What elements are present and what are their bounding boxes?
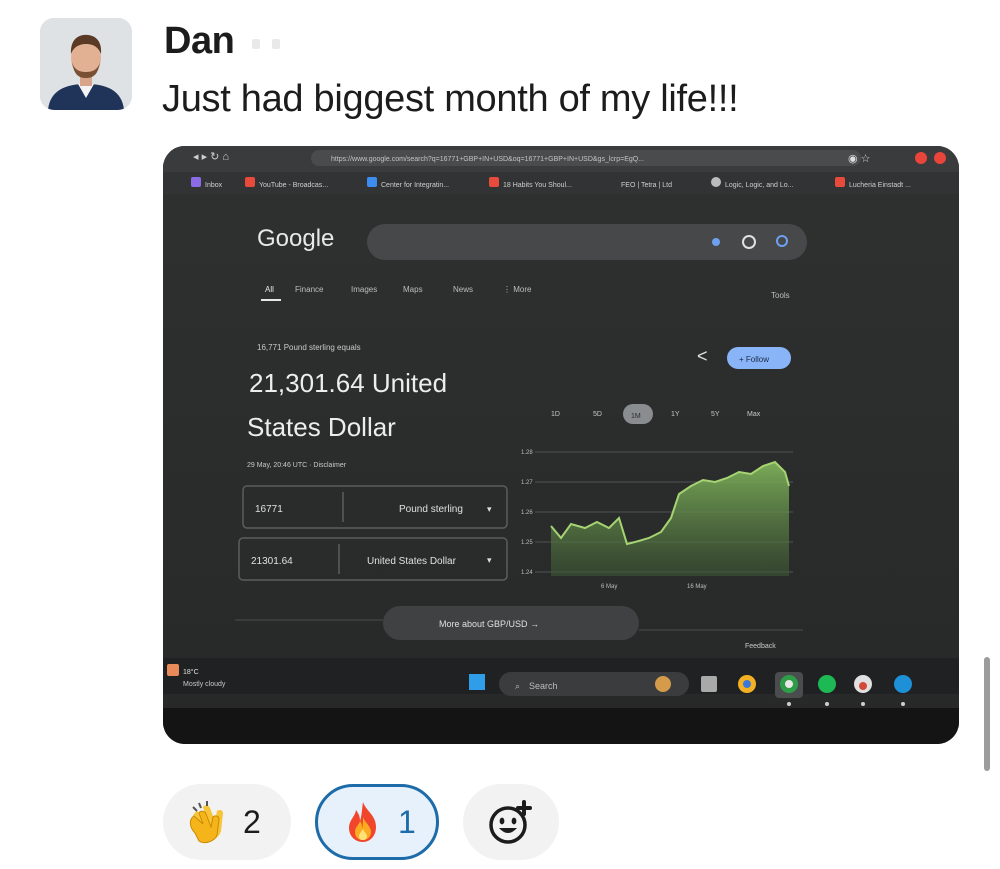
result-amount: 21,301.64 United [249, 368, 447, 398]
clapping-hands-icon [189, 801, 223, 844]
svg-text:Mostly cloudy: Mostly cloudy [183, 681, 226, 688]
author-surname-redacted [252, 32, 308, 56]
svg-text:16771: 16771 [255, 504, 283, 515]
add-emoji-icon [489, 800, 532, 844]
svg-text:YouTube - Broadcas...: YouTube - Broadcas... [259, 182, 328, 189]
svg-text:18 Habits You Shoul...: 18 Habits You Shoul... [503, 182, 572, 189]
photo-screen: ◂ ▸ ↻ ⌂ https://www.google.com/search?q=… [163, 146, 959, 744]
svg-text:1.26: 1.26 [521, 510, 533, 516]
reaction-fire[interactable]: 1 [315, 784, 439, 860]
svg-text:Search: Search [529, 681, 558, 691]
browser-url: https://www.google.com/search?q=16771+GB… [331, 156, 644, 163]
message-text: Just had biggest month of my life!!! [162, 78, 739, 120]
svg-text:Finance: Finance [295, 285, 324, 294]
svg-text:FEO | Tetra | Ltd: FEO | Tetra | Ltd [621, 182, 672, 189]
fire-icon [349, 802, 376, 842]
svg-text:1.28: 1.28 [521, 450, 533, 456]
svg-text:18°C: 18°C [183, 668, 199, 676]
message: Dan Just had biggest month of my life!!!… [0, 0, 1000, 869]
windows-start-icon [469, 674, 485, 690]
follow-button: + Follow [739, 355, 769, 364]
svg-text:▾: ▾ [487, 555, 492, 565]
svg-text:Logic, Logic, and Lo...: Logic, Logic, and Lo... [725, 182, 794, 189]
svg-text:Tools: Tools [771, 291, 790, 300]
svg-text:Center for Integratin...: Center for Integratin... [381, 182, 449, 189]
add-reaction-button[interactable] [463, 784, 559, 860]
svg-text:Maps: Maps [403, 285, 423, 294]
avatar[interactable] [40, 18, 132, 110]
avatar-photo-icon [40, 18, 132, 110]
share-icon: < [697, 346, 708, 366]
svg-text:21301.64: 21301.64 [251, 556, 293, 567]
svg-text:5D: 5D [593, 411, 602, 418]
svg-text:Max: Max [747, 411, 761, 418]
svg-text:Inbox: Inbox [205, 182, 223, 189]
svg-text:1D: 1D [551, 411, 560, 418]
svg-text:29 May, 20:46 UTC · Disclaimer: 29 May, 20:46 UTC · Disclaimer [247, 462, 347, 469]
svg-text:Lucheria Einstadt ...: Lucheria Einstadt ... [849, 182, 911, 189]
svg-text:5Y: 5Y [711, 411, 720, 418]
svg-text:United States Dollar: United States Dollar [367, 556, 457, 567]
svg-text:⋮ More: ⋮ More [503, 285, 532, 294]
author-name[interactable]: Dan [164, 20, 235, 63]
svg-text:More about GBP/USD →: More about GBP/USD → [439, 619, 539, 629]
scrollbar[interactable] [984, 657, 990, 771]
svg-text:⌕: ⌕ [515, 681, 520, 691]
svg-text:All: All [265, 285, 274, 294]
svg-text:16 May: 16 May [687, 584, 707, 590]
google-logo: Google [257, 225, 334, 252]
svg-text:◉ ☆: ◉ ☆ [848, 153, 871, 165]
svg-text:1.24: 1.24 [521, 570, 533, 576]
svg-text:1.27: 1.27 [521, 480, 533, 486]
svg-text:◂ ▸ ↻ ⌂: ◂ ▸ ↻ ⌂ [193, 151, 229, 163]
svg-text:Pound sterling: Pound sterling [399, 504, 463, 515]
svg-text:16,771 Pound sterling equals: 16,771 Pound sterling equals [257, 343, 361, 352]
svg-text:News: News [453, 285, 473, 294]
svg-text:6 May: 6 May [601, 584, 617, 590]
reaction-clap[interactable]: 2 [163, 784, 291, 860]
svg-text:Feedback: Feedback [745, 643, 776, 650]
svg-text:1.25: 1.25 [521, 540, 533, 546]
svg-text:1Y: 1Y [671, 411, 680, 418]
reaction-count: 1 [398, 803, 416, 840]
svg-text:States Dollar: States Dollar [247, 412, 396, 442]
svg-text:Images: Images [351, 285, 377, 294]
svg-text:▾: ▾ [487, 504, 492, 514]
reaction-count: 2 [243, 803, 261, 840]
attached-photo[interactable]: ◂ ▸ ↻ ⌂ https://www.google.com/search?q=… [163, 146, 959, 744]
svg-text:1M: 1M [631, 413, 641, 420]
